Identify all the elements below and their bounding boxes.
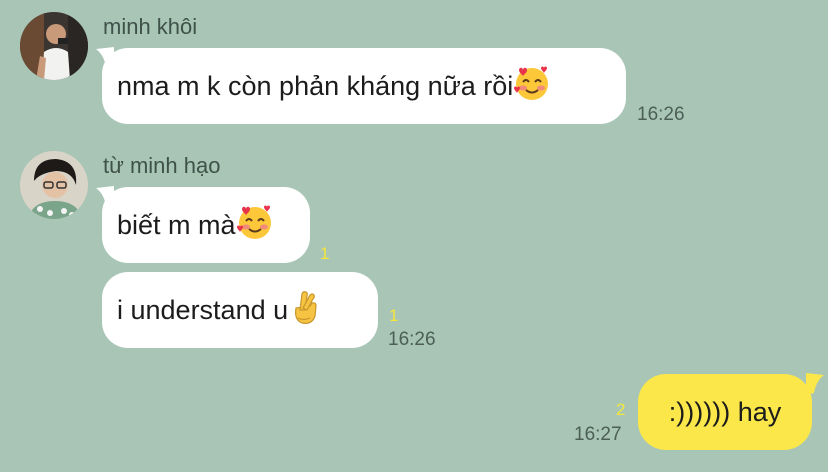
message-time: 16:26 <box>388 329 436 350</box>
read-count: 1 <box>389 306 399 325</box>
outgoing-message-bubble[interactable]: :)))))) hay <box>638 374 812 450</box>
read-count: 1 <box>320 244 330 263</box>
message-time: 16:26 <box>637 104 685 125</box>
message-bubble[interactable]: i understand u <box>102 272 378 348</box>
sender-name: từ minh hạo <box>103 153 221 178</box>
message-text: :)))))) hay <box>668 396 782 427</box>
smiling-face-with-hearts-icon <box>513 64 551 109</box>
message-time: 16:27 <box>574 424 622 445</box>
bubble-tail <box>806 373 824 395</box>
sender-name: minh khôi <box>103 14 198 39</box>
avatar-minh-khoi[interactable] <box>20 12 88 80</box>
message-bubble[interactable]: nma m k còn phản kháng nữa rồi <box>102 48 626 124</box>
message-bubble[interactable]: biết m mà <box>102 187 310 263</box>
read-count: 2 <box>616 400 626 419</box>
crossed-fingers-icon <box>288 288 322 333</box>
avatar-tu-minh-hao[interactable] <box>20 151 88 219</box>
smiling-face-with-hearts-icon <box>236 203 274 248</box>
message-text: nma m k còn phản kháng nữa rồi <box>117 70 514 101</box>
message-text: biết m mà <box>117 209 236 240</box>
message-text: i understand u <box>117 294 289 325</box>
